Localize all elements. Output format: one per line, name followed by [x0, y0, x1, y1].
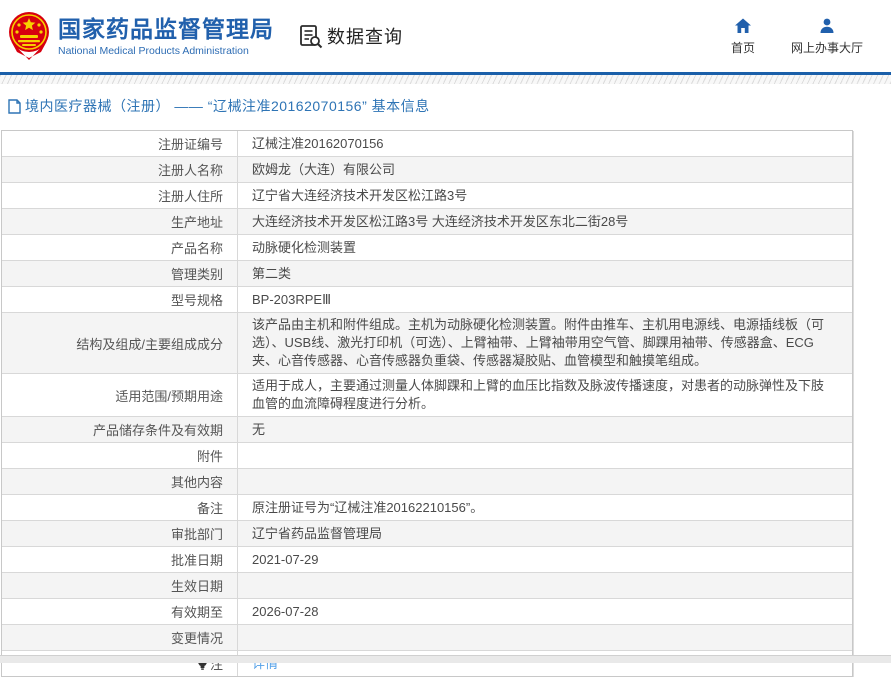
row-value [238, 625, 852, 650]
table-row: 注册人住所 辽宁省大连经济技术开发区松江路3号 [2, 183, 852, 209]
table-row: 附件 [2, 443, 852, 469]
bottom-strip [0, 655, 891, 663]
row-label: 生效日期 [2, 573, 238, 598]
row-value: 大连经济技术开发区松江路3号 大连经济技术开发区东北二街28号 [252, 213, 629, 229]
row-value: 该产品由主机和附件组成。主机为动脉硬化检测装置。附件由推车、主机用电源线、电源插… [252, 317, 825, 368]
row-value [238, 469, 852, 494]
nav-home[interactable]: 首页 [723, 17, 763, 56]
table-row: 适用范围/预期用途 适用于成人，主要通过测量人体脚踝和上臂的血压比指数及脉波传播速… [2, 374, 852, 417]
row-label: 适用范围/预期用途 [2, 374, 238, 416]
hatch-band [0, 75, 891, 84]
top-nav: 首页 网上办事大厅 [723, 17, 863, 56]
row-label: 有效期至 [2, 599, 238, 624]
row-label: 管理类别 [2, 261, 238, 286]
page-header: 国家药品监督管理局 National Medical Products Admi… [0, 0, 891, 72]
row-label: 产品名称 [2, 235, 238, 260]
row-value [238, 573, 852, 598]
table-row: 生效日期 [2, 573, 852, 599]
nav-service-hall-label: 网上办事大厅 [790, 40, 863, 55]
table-row: 产品储存条件及有效期无 [2, 417, 852, 443]
table-row: 有效期至 2026-07-28 [2, 599, 852, 625]
row-label: 注册人名称 [2, 157, 238, 182]
row-value: 适用于成人，主要通过测量人体脚踝和上臂的血压比指数及脉波传播速度，对患者的动脉弹… [252, 378, 825, 411]
data-query-section[interactable]: 数据查询 [298, 23, 403, 49]
table-row: 产品名称 动脉硬化检测装置 [2, 235, 852, 261]
row-value: 辽宁省大连经济技术开发区松江路3号 [252, 187, 468, 203]
info-table: 注册证编号 辽械注准20162070156 注册人名称 欧姆龙（大连）有限公司 注册人住… [1, 130, 853, 677]
org-name-cn: 国家药品监督管理局 [58, 15, 274, 42]
table-row: 结构及组成/主要组成成分 该产品由主机和附件组成。主机为动脉硬化检测装置。附件由推… [2, 313, 852, 374]
row-value: BP-203RPEⅢ [252, 291, 332, 307]
row-label: 备注 [2, 495, 238, 520]
row-label: 附件 [2, 443, 238, 468]
table-row: 批准日期 2021-07-29 [2, 547, 852, 573]
row-label: 型号规格 [2, 287, 238, 312]
row-label: 产品储存条件及有效期 [2, 417, 238, 442]
row-value: 辽械注准20162070156 [252, 135, 384, 151]
home-icon [734, 18, 751, 33]
breadcrumb-text: 境内医疗器械（注册） —— “辽械注准20162070156” 基本信息 [25, 98, 430, 114]
table-row: 审批部门 辽宁省药品监督管理局 [2, 521, 852, 547]
row-value: 欧姆龙（大连）有限公司 [252, 161, 396, 177]
page-icon [8, 98, 21, 114]
row-value: 原注册证号为“辽械注准20162210156”。 [252, 499, 484, 515]
section-title: 数据查询 [327, 27, 403, 47]
org-name-en: National Medical Products Administration [58, 44, 249, 57]
row-label: 注册证编号 [2, 131, 238, 156]
table-row: 管理类别 第二类 [2, 261, 852, 287]
row-value: 辽宁省药品监督管理局 [252, 525, 383, 541]
table-row: 变更情况 [2, 625, 852, 651]
org-names: 国家药品监督管理局 National Medical Products Admi… [58, 16, 274, 57]
row-value: 第二类 [252, 265, 292, 281]
china-national-emblem-icon [9, 12, 49, 60]
row-value: 无 [252, 421, 266, 437]
row-label: 注册人住所 [2, 183, 238, 208]
table-row: 注册人名称 欧姆龙（大连）有限公司 [2, 157, 852, 183]
table-row: 备注 原注册证号为“辽械注准20162210156”。 [2, 495, 852, 521]
row-label: 生产地址 [2, 209, 238, 234]
row-value: 2026-07-28 [252, 603, 319, 619]
user-icon [820, 18, 834, 33]
nav-home-label: 首页 [730, 40, 755, 55]
table-row: 注册证编号 辽械注准20162070156 [2, 131, 852, 157]
row-value [238, 443, 852, 468]
row-value: 2021-07-29 [252, 551, 319, 567]
row-label: 其他内容 [2, 469, 238, 494]
table-row: 型号规格 BP-203RPEⅢ [2, 287, 852, 313]
row-label: 变更情况 [2, 625, 238, 650]
row-label: 结构及组成/主要组成成分 [2, 313, 238, 373]
row-value: 动脉硬化检测装置 [252, 239, 357, 255]
document-search-icon [300, 25, 323, 49]
breadcrumb: 境内医疗器械（注册） —— “辽械注准20162070156” 基本信息 [0, 86, 891, 124]
nav-service-hall[interactable]: 网上办事大厅 [791, 17, 863, 56]
nmpa-logo[interactable]: 国家药品监督管理局 National Medical Products Admi… [8, 11, 274, 61]
row-label: 批准日期 [2, 547, 238, 572]
table-row: 生产地址 大连经济技术开发区松江路3号 大连经济技术开发区东北二街28号 [2, 209, 852, 235]
row-label: 审批部门 [2, 521, 238, 546]
table-row: 其他内容 [2, 469, 852, 495]
